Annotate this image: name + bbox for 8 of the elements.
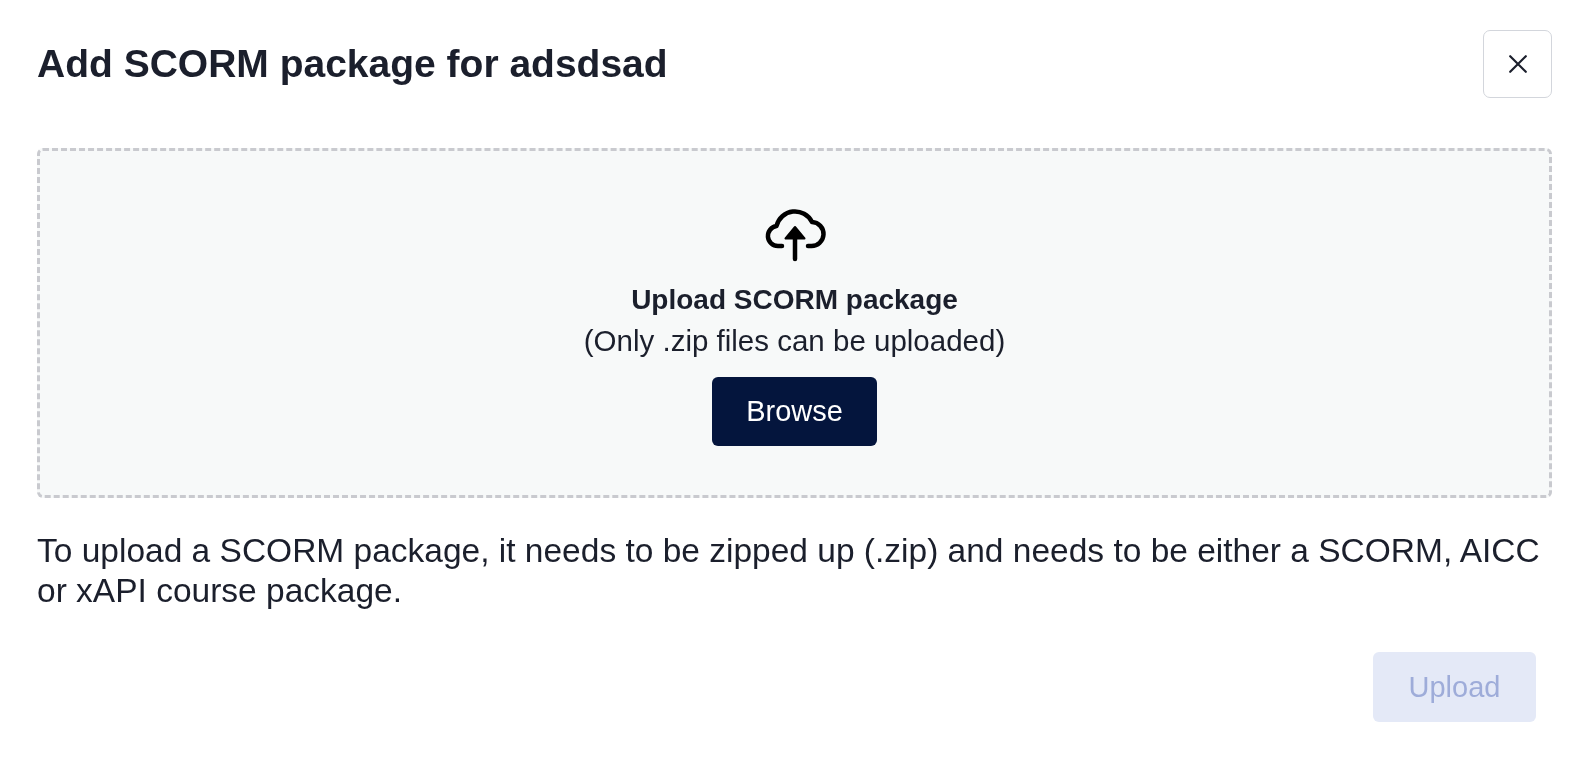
close-icon [1508, 55, 1527, 73]
browse-button[interactable]: Browse [712, 377, 877, 446]
dropzone-hint: (Only .zip files can be uploaded) [583, 323, 1006, 359]
upload-dropzone[interactable]: Upload SCORM package (Only .zip files can be uploaded) Browse [37, 148, 1552, 498]
dialog-title: Add SCORM package for adsdsad [37, 41, 668, 87]
dropzone-heading: Upload SCORM package [631, 283, 958, 317]
description-text: To upload a SCORM package, it needs to be zipped up (.zip) and needs to be either a SCORM, AICC or xAPI course package. [37, 531, 1541, 611]
close-button[interactable] [1483, 30, 1552, 98]
